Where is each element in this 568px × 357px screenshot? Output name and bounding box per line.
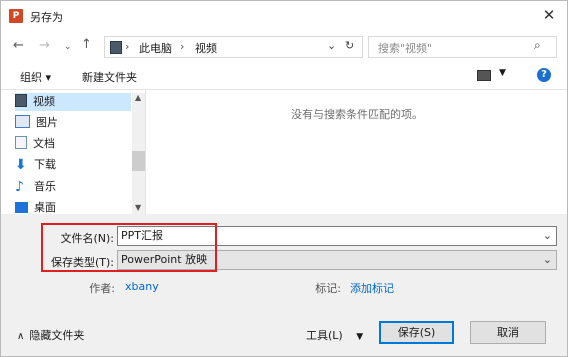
sidebar-scrollbar-thumb[interactable]: [132, 151, 145, 171]
close-button[interactable]: ✕: [539, 5, 559, 25]
tools-button[interactable]: 工具(L) ▼: [306, 327, 363, 343]
tools-label: 工具(L): [306, 329, 343, 342]
dialog-title: 另存为: [30, 11, 63, 24]
author-link[interactable]: xbany: [125, 280, 159, 293]
save-as-dialog: P 另存为 ✕ ← → ⌄ ↑ › 此电脑 › 视频 ⌄ ↻ 搜索"视频" ⌕ …: [0, 0, 568, 357]
hide-folders-label: 隐藏文件夹: [29, 329, 85, 342]
pictures-folder-icon: [15, 115, 30, 128]
sidebar-item-label: 音乐: [34, 180, 56, 193]
up-arrow-icon: ↑: [81, 37, 92, 52]
chevron-down-icon: ⌄: [64, 42, 72, 52]
address-bar[interactable]: › 此电脑 › 视频 ⌄ ↻: [104, 36, 363, 58]
close-icon: ✕: [542, 6, 556, 24]
sidebar-item-pictures[interactable]: 图片: [15, 114, 58, 132]
empty-results-message: 没有与搜索条件匹配的项。: [291, 108, 423, 121]
tags-label: 标记:: [315, 282, 341, 295]
new-folder-button[interactable]: 新建文件夹: [82, 69, 137, 85]
chevron-up-icon: ∧: [17, 331, 25, 342]
view-options-dropdown-icon[interactable]: ▼: [499, 68, 506, 78]
back-button[interactable]: ←: [13, 38, 24, 54]
chevron-down-icon: ⌄: [542, 253, 552, 266]
search-icon: ⌕: [534, 38, 541, 52]
music-note-icon: ♪: [15, 179, 24, 195]
hide-folders-toggle[interactable]: ∧ 隐藏文件夹: [17, 327, 84, 343]
cancel-button[interactable]: 取消: [470, 321, 546, 344]
chevron-down-icon: ⌄: [542, 229, 552, 242]
sidebar-item-music[interactable]: ♪ 音乐: [15, 178, 56, 196]
scroll-down-icon[interactable]: ▼: [135, 203, 141, 212]
address-dropdown-icon[interactable]: ⌄: [327, 39, 336, 52]
chevron-down-icon: ▼: [356, 332, 364, 342]
sidebar-item-downloads[interactable]: ⬇ 下载: [15, 156, 56, 174]
sidebar-item-label: 文档: [33, 137, 55, 150]
search-input[interactable]: 搜索"视频" ⌕: [368, 36, 557, 58]
sidebar-item-videos[interactable]: 视频: [15, 93, 131, 111]
breadcrumb-videos[interactable]: 视频: [195, 40, 217, 56]
download-arrow-icon: ⬇: [15, 157, 27, 173]
sidebar-item-label: 视频: [33, 95, 55, 108]
help-icon[interactable]: ?: [537, 68, 551, 82]
recent-locations-button[interactable]: ⌄: [64, 39, 72, 55]
forward-arrow-icon: →: [39, 38, 50, 53]
refresh-icon[interactable]: ↻: [345, 39, 354, 52]
documents-folder-icon: [15, 136, 27, 149]
view-options-icon[interactable]: [477, 70, 491, 81]
author-label: 作者:: [89, 282, 115, 295]
breadcrumb-this-pc[interactable]: 此电脑: [139, 40, 172, 56]
up-button[interactable]: ↑: [81, 37, 92, 53]
search-placeholder: 搜索"视频": [378, 42, 433, 55]
breadcrumb-separator-icon: ›: [180, 40, 185, 53]
sidebar-item-label: 下载: [34, 158, 56, 171]
scroll-up-icon[interactable]: ▲: [135, 93, 141, 102]
video-folder-icon: [15, 94, 27, 107]
add-tags-link[interactable]: 添加标记: [350, 280, 394, 296]
breadcrumb-separator-icon: ›: [125, 40, 130, 53]
save-button[interactable]: 保存(S): [379, 321, 454, 344]
desktop-folder-icon: [15, 202, 28, 213]
sidebar-item-label: 图片: [36, 116, 58, 129]
highlight-box: [41, 223, 217, 272]
back-arrow-icon: ←: [13, 38, 24, 53]
organize-button[interactable]: 组织 ▾: [20, 69, 51, 85]
powerpoint-app-icon: P: [9, 9, 23, 23]
sidebar-item-desktop[interactable]: 桌面: [15, 199, 56, 214]
toolbar-divider: [1, 89, 567, 90]
sidebar-item-label: 桌面: [34, 201, 56, 214]
video-folder-icon: [110, 41, 122, 54]
forward-button[interactable]: →: [39, 38, 50, 54]
sidebar-item-documents[interactable]: 文档: [15, 135, 55, 153]
pane-divider: [145, 90, 146, 214]
